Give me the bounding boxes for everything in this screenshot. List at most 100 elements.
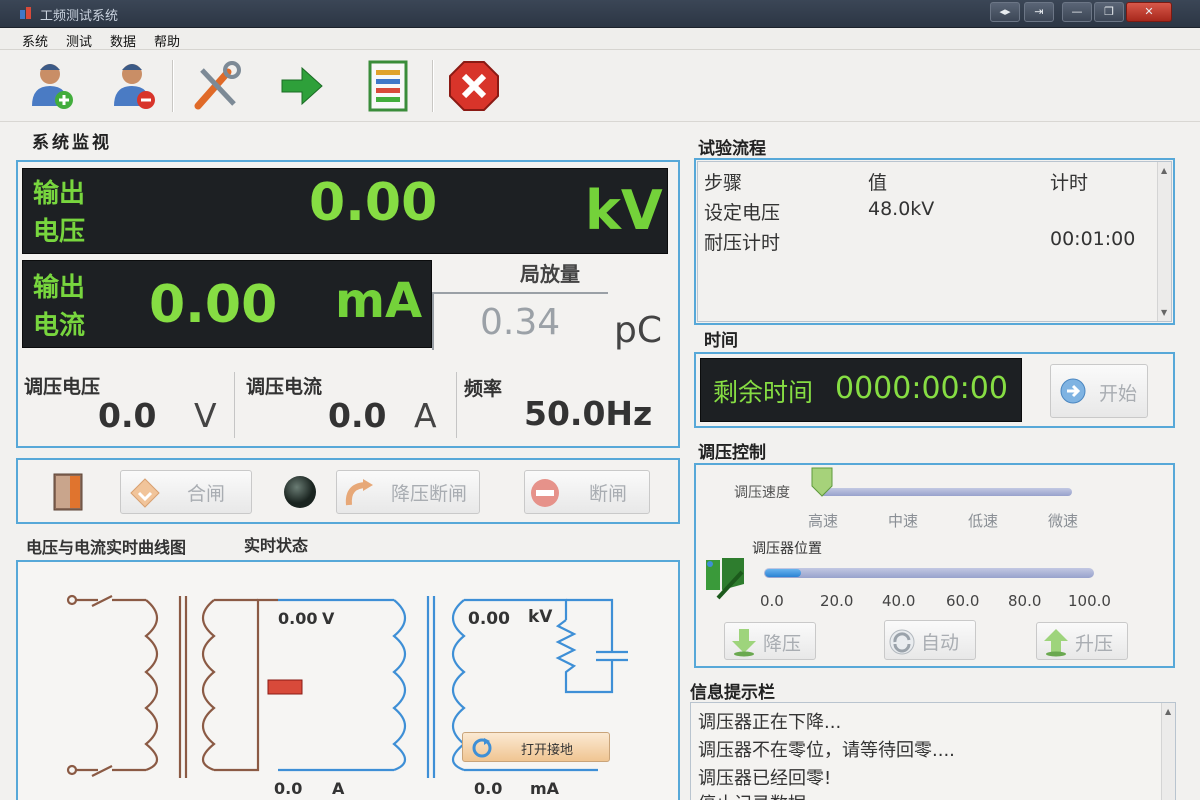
ground-button-label: 打开接地 — [521, 743, 574, 758]
window-title: 工频测试系统 — [40, 9, 119, 24]
info-scrollbar[interactable]: ▲ — [1161, 703, 1175, 800]
speed-tick: 微速 — [1048, 512, 1079, 530]
speed-slider-thumb[interactable] — [810, 466, 834, 498]
close-switch-label: 合闸 — [187, 483, 226, 505]
info-message: 调压器不在零位，请等待回零.... — [698, 740, 955, 761]
frequency-label: 频率 — [464, 378, 503, 400]
close-switch-button[interactable]: 合闸 — [120, 470, 252, 514]
table-header-time: 计时 — [1050, 172, 1089, 194]
maximize-button[interactable]: ❐ — [1094, 2, 1124, 22]
position-progress-fill — [765, 569, 801, 577]
window-nav-button[interactable]: ◂▸ — [990, 2, 1020, 22]
schematic-diagram: 0.00 V 0.0 A 0.00 kV 0.0 mA — [66, 594, 628, 798]
door-icon — [53, 473, 83, 511]
auto-button[interactable]: 自动 — [884, 620, 976, 660]
table-scrollbar[interactable]: ▲ ▼ — [1157, 162, 1171, 321]
menu-system[interactable]: 系统 — [22, 31, 48, 50]
break-button[interactable]: 断闸 — [524, 470, 650, 514]
diamond-arrow-icon — [130, 478, 160, 508]
step-down-button[interactable]: 降压 — [724, 622, 816, 660]
position-tick: 40.0 — [882, 592, 916, 610]
menu-test[interactable]: 测试 — [66, 31, 92, 50]
reg-current-value: 0.0 — [328, 396, 387, 435]
arrow-right-circle-icon — [1060, 378, 1086, 404]
export-icon[interactable] — [272, 58, 332, 114]
menu-help[interactable]: 帮助 — [154, 31, 180, 50]
info-message: 调压器已经回零! — [698, 768, 832, 789]
voltage-display: 输出 电压 0.00 kV — [22, 168, 668, 254]
refresh-icon — [472, 738, 492, 758]
break-label: 断闸 — [589, 483, 628, 505]
table-header-value: 值 — [868, 172, 888, 194]
start-button[interactable]: 开始 — [1050, 364, 1148, 418]
exit-icon[interactable] — [444, 58, 504, 114]
scroll-up-icon[interactable]: ▲ — [1165, 707, 1171, 716]
report-icon[interactable] — [358, 58, 418, 114]
schematic-kv-value: 0.00 — [468, 609, 510, 629]
schematic-v-value: 0.00 — [278, 609, 317, 628]
table-header-step: 步骤 — [704, 172, 743, 194]
close-button[interactable]: ✕ — [1126, 2, 1172, 22]
speed-slider-track[interactable] — [820, 488, 1072, 496]
title-bar[interactable]: 工频测试系统 ◂▸ ⇥ — ❐ ✕ — [0, 0, 1200, 28]
window-exit-button[interactable]: ⇥ — [1024, 2, 1054, 22]
regulator-title: 调压控制 — [698, 443, 766, 463]
remaining-time-value: 0000:00:00 — [835, 371, 1008, 406]
table-cell-step[interactable]: 耐压计时 — [704, 228, 780, 255]
toolbar-separator — [172, 60, 174, 112]
tab-status[interactable]: 实时状态 — [244, 532, 308, 556]
table-cell-value[interactable]: 48.0kV — [868, 198, 934, 220]
remaining-time-label: 剩余时间 — [713, 378, 814, 407]
schematic-a-value: 0.0 — [274, 779, 302, 798]
info-message: 调压器正在下降... — [698, 712, 842, 733]
table-cell-step[interactable]: 设定电压 — [704, 198, 780, 225]
remove-user-icon[interactable] — [104, 58, 164, 114]
step-up-label: 升压 — [1075, 633, 1114, 655]
menu-data[interactable]: 数据 — [110, 31, 136, 50]
voltage-unit: kV — [585, 179, 663, 242]
app-icon — [20, 7, 31, 19]
current-label-2: 电流 — [33, 311, 86, 341]
minimize-button[interactable]: — — [1062, 2, 1092, 22]
auto-label: 自动 — [921, 632, 960, 654]
scroll-up-icon[interactable]: ▲ — [1161, 166, 1167, 175]
current-display: 输出 电流 0.00 mA — [22, 260, 432, 348]
reg-voltage-value: 0.0 — [98, 396, 157, 435]
toolbar-separator — [432, 60, 434, 112]
position-progress-track — [764, 568, 1094, 578]
scroll-down-icon[interactable]: ▼ — [1161, 308, 1167, 317]
ground-button[interactable]: 打开接地 — [462, 732, 610, 762]
arrow-up-icon — [1044, 629, 1068, 657]
position-tick: 60.0 — [946, 592, 980, 610]
schematic-ma-value: 0.0 — [474, 779, 502, 798]
test-flow-title: 试验流程 — [698, 139, 766, 159]
step-down-break-button[interactable]: 降压断闸 — [336, 470, 480, 514]
step-up-button[interactable]: 升压 — [1036, 622, 1128, 660]
info-title: 信息提示栏 — [690, 683, 775, 703]
time-title: 时间 — [704, 331, 738, 351]
voltage-label-2: 电压 — [33, 217, 86, 247]
pd-value: 0.34 — [480, 302, 561, 343]
no-entry-icon — [531, 479, 559, 507]
toolbar — [0, 50, 1200, 122]
position-tick: 100.0 — [1068, 592, 1111, 610]
table-cell-time[interactable]: 00:01:00 — [1050, 228, 1135, 250]
position-tick: 80.0 — [1008, 592, 1042, 610]
divider — [456, 372, 457, 438]
add-user-icon[interactable] — [22, 58, 82, 114]
tab-curve[interactable]: 电压与电流实时曲线图 — [26, 534, 186, 558]
frequency-value: 50.0Hz — [524, 394, 653, 433]
speed-tick: 中速 — [888, 512, 919, 530]
voltage-label-1: 输出 — [33, 179, 86, 209]
arrow-down-icon — [732, 629, 756, 657]
reg-current-label: 调压电流 — [246, 376, 323, 398]
refresh-circle-icon — [889, 629, 915, 655]
menu-bar: 系统 测试 数据 帮助 — [0, 28, 1200, 50]
position-tick: 20.0 — [820, 592, 854, 610]
schematic-a-unit: A — [332, 779, 345, 798]
step-down-break-label: 降压断闸 — [391, 483, 468, 505]
speed-tick: 低速 — [968, 512, 999, 530]
position-tick: 0.0 — [760, 592, 784, 610]
status-indicator-icon — [284, 476, 316, 508]
tools-icon[interactable] — [188, 58, 248, 114]
